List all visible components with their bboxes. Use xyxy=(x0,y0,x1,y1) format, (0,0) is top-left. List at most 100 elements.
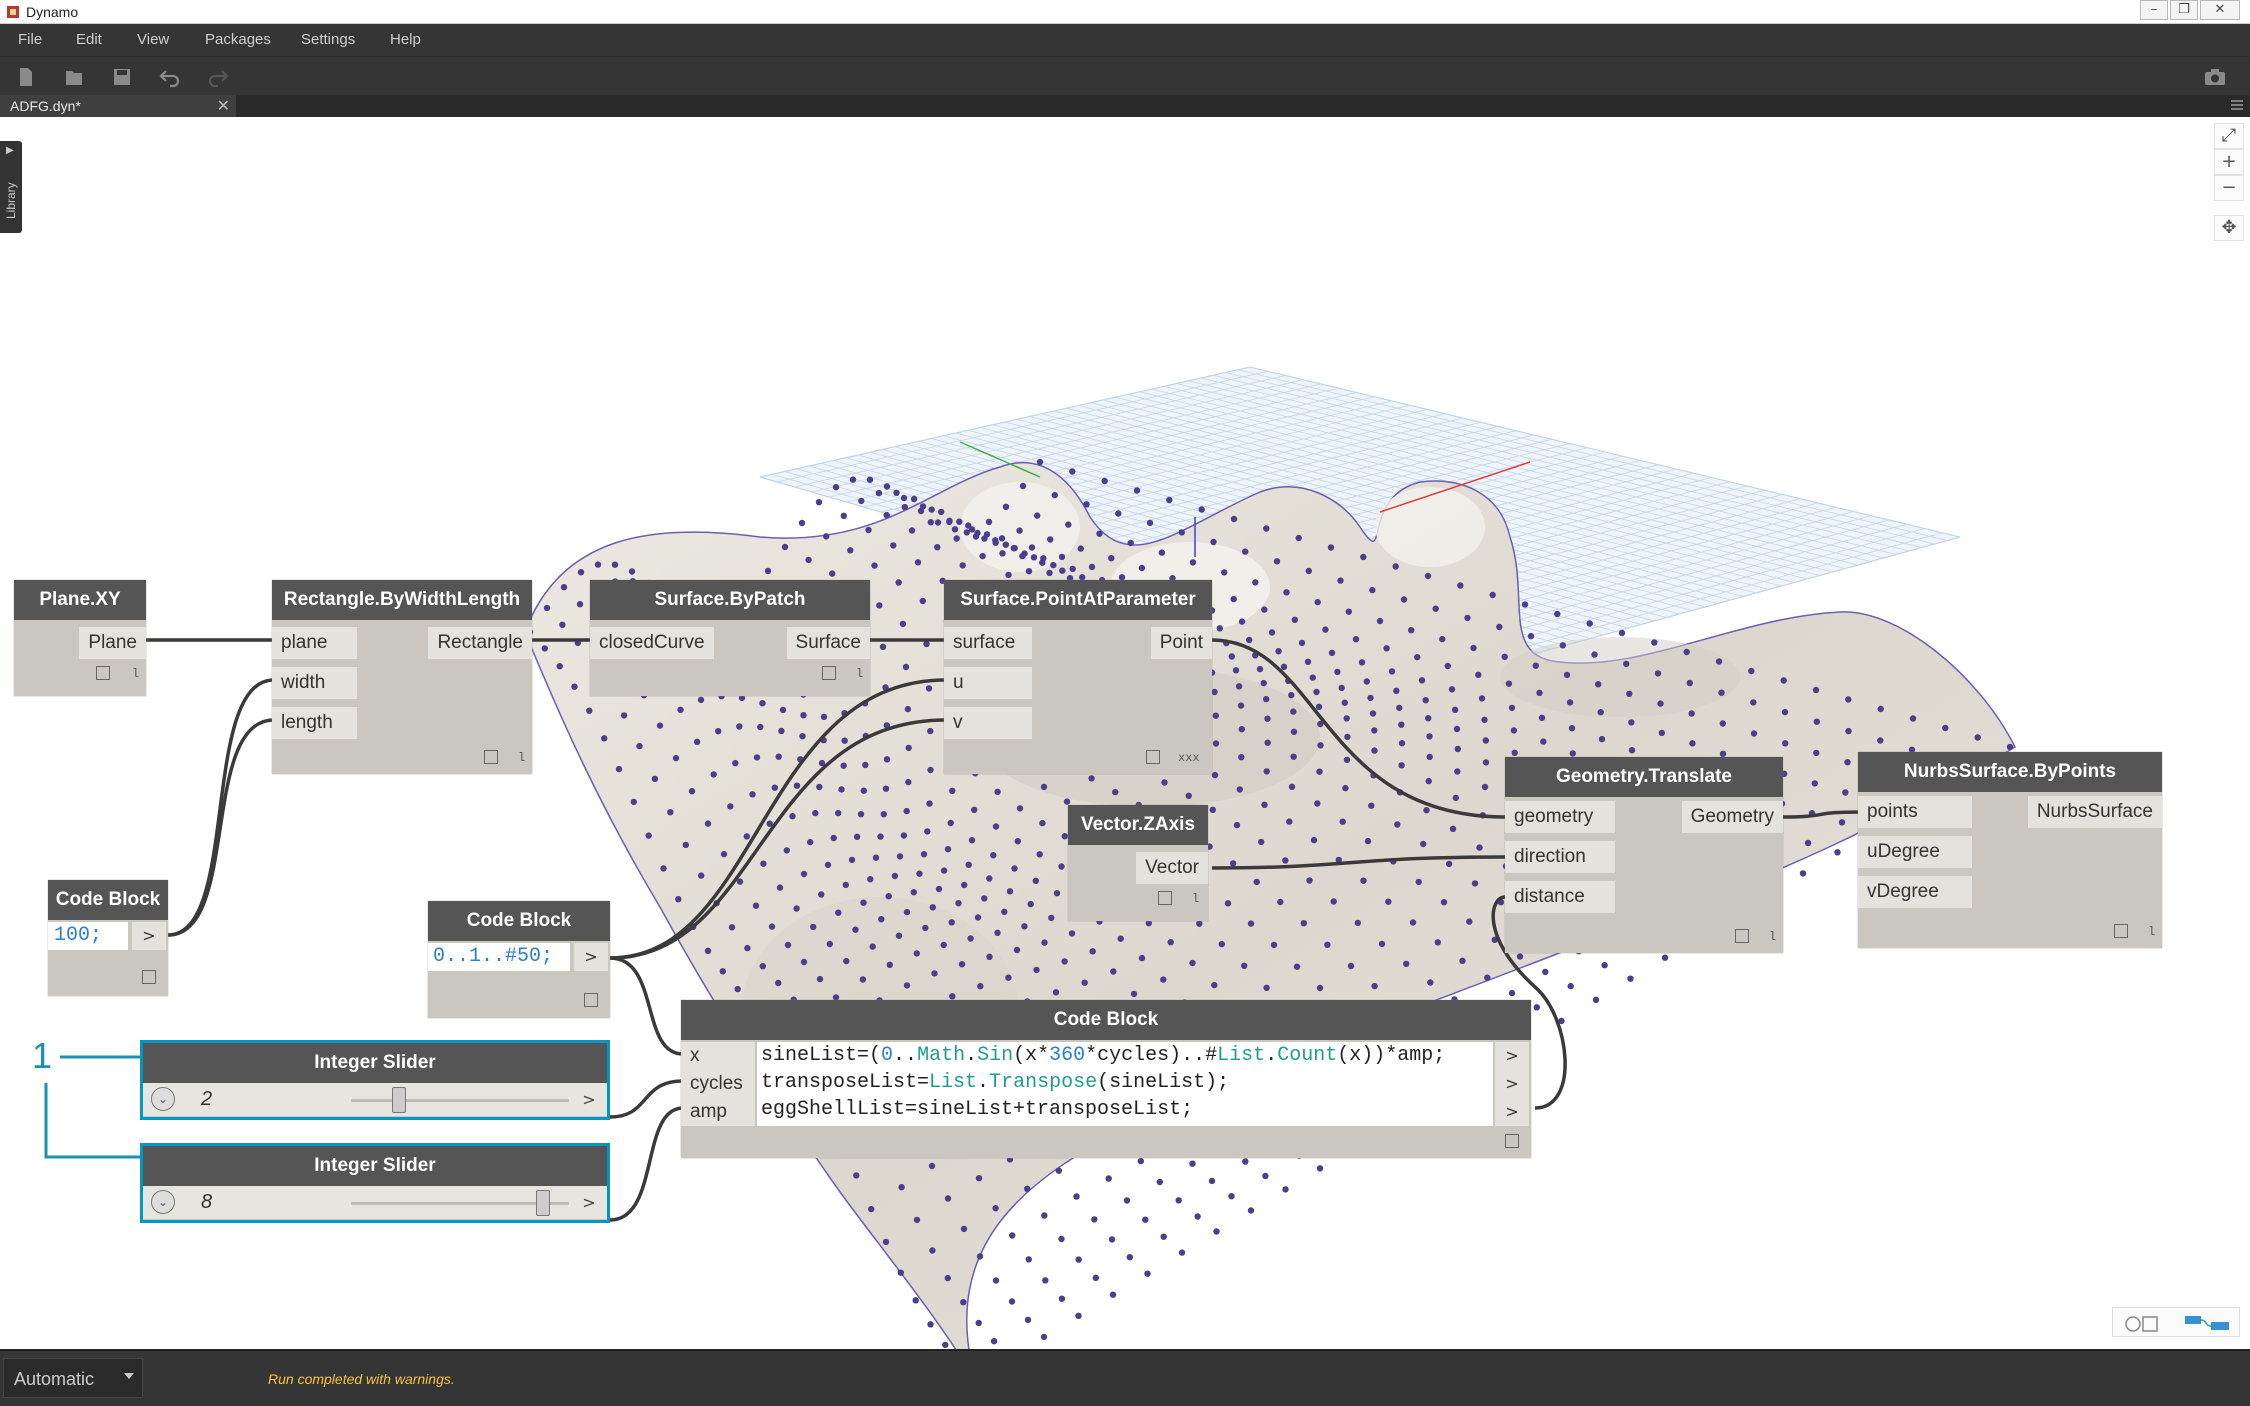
surface-point xyxy=(832,484,840,491)
input-port-width[interactable]: width xyxy=(272,667,357,699)
run-mode-dropdown[interactable]: Automatic xyxy=(3,1358,143,1398)
preview-toggle[interactable] xyxy=(142,970,156,984)
output-port-plane[interactable]: Plane xyxy=(79,627,146,659)
tab-adfg[interactable]: ADFG.dyn* ✕ xyxy=(0,95,236,117)
slider-thumb[interactable] xyxy=(535,1190,550,1216)
preview-toggle[interactable] xyxy=(2114,924,2128,938)
output-port-surface[interactable]: Surface xyxy=(786,627,870,659)
preview-toggle[interactable] xyxy=(484,750,498,764)
output-port[interactable]: > xyxy=(571,1186,607,1219)
node-vector-zaxis[interactable]: Vector.ZAxis Vector l xyxy=(1068,805,1208,921)
preview-toggle[interactable] xyxy=(584,993,598,1007)
restore-button[interactable]: ❐ xyxy=(2170,0,2198,20)
input-port-closedcurve[interactable]: closedCurve xyxy=(590,627,714,659)
chevron-down-icon[interactable]: ⌄ xyxy=(151,1087,175,1111)
tab-menu-icon[interactable] xyxy=(2230,98,2244,112)
menu-file[interactable]: File xyxy=(18,31,42,48)
input-port-udegree[interactable]: uDegree xyxy=(1858,836,1972,868)
input-port-direction[interactable]: direction xyxy=(1505,841,1615,873)
menu-edit[interactable]: Edit xyxy=(76,31,102,48)
preview-toggle[interactable] xyxy=(96,666,110,680)
input-port-u[interactable]: u xyxy=(944,667,1032,699)
input-port-geometry[interactable]: geometry xyxy=(1505,801,1615,833)
zoom-out-icon[interactable]: − xyxy=(2214,175,2244,201)
surface-point xyxy=(895,932,903,939)
output-port-nurbssurface[interactable]: NurbsSurface xyxy=(2027,796,2162,828)
undo-icon[interactable] xyxy=(158,65,182,89)
open-file-icon[interactable] xyxy=(62,65,86,89)
new-file-icon[interactable] xyxy=(14,65,38,89)
output-port[interactable]: > xyxy=(574,943,608,971)
output-port[interactable]: > xyxy=(132,922,166,950)
node-surface-pointatparameter[interactable]: Surface.PointAtParameter surface u v Poi… xyxy=(944,580,1212,774)
graph-canvas[interactable]: ▶ Library ⤢ + − ✥ Plane.XY Plane l Recta… xyxy=(0,117,2250,1349)
node-code-block-main[interactable]: Code Block x cycles amp sineList=(0..Mat… xyxy=(681,1000,1531,1158)
node-surface-bypatch[interactable]: Surface.ByPatch closedCurve Surface l xyxy=(590,580,870,696)
node-rectangle-bywidthlength[interactable]: Rectangle.ByWidthLength plane width leng… xyxy=(272,580,532,774)
node-code-block-range[interactable]: Code Block 0..1..#50; > xyxy=(428,901,610,1018)
graph-view-icon[interactable] xyxy=(2183,1312,2233,1334)
chevron-down-icon[interactable]: ⌄ xyxy=(151,1190,175,1214)
input-port-length[interactable]: length xyxy=(272,707,357,739)
surface-point xyxy=(1338,684,1345,692)
preview-toggle[interactable] xyxy=(1146,750,1160,764)
menu-packages[interactable]: Packages xyxy=(205,31,271,48)
menu-settings[interactable]: Settings xyxy=(301,31,355,48)
redo-icon[interactable] xyxy=(206,65,230,89)
surface-point xyxy=(1314,598,1321,606)
surface-point xyxy=(1211,981,1218,989)
geometry-view-icon[interactable] xyxy=(2121,1312,2167,1334)
preview-toggle[interactable] xyxy=(1735,929,1749,943)
input-port-points[interactable]: points xyxy=(1858,796,1972,828)
node-integer-slider-cycles[interactable]: Integer Slider ⌄ 2 > xyxy=(140,1040,610,1120)
input-port-v[interactable]: v xyxy=(944,707,1032,739)
slider-track[interactable] xyxy=(351,1099,569,1102)
close-window-button[interactable]: ✕ xyxy=(2200,0,2240,20)
node-code-block-100[interactable]: Code Block 100; > xyxy=(48,880,168,996)
surface-point xyxy=(793,905,800,912)
preview-toggle[interactable] xyxy=(1158,891,1172,905)
surface-point xyxy=(1813,718,1821,725)
input-port-plane[interactable]: plane xyxy=(272,627,357,659)
output-port-eggshelllist[interactable]: > xyxy=(1495,1098,1529,1126)
close-tab-icon[interactable]: ✕ xyxy=(217,96,230,116)
camera-icon[interactable] xyxy=(2203,65,2227,89)
slider-thumb[interactable] xyxy=(391,1087,406,1113)
surface-point xyxy=(1415,878,1422,886)
input-port-cycles[interactable]: cycles xyxy=(681,1070,755,1098)
node-nurbssurface-bypoints[interactable]: NurbsSurface.ByPoints points uDegree vDe… xyxy=(1858,752,2162,948)
surface-point xyxy=(1282,1186,1289,1193)
output-port-point[interactable]: Point xyxy=(1150,627,1212,659)
surface-point xyxy=(1247,1207,1255,1214)
output-port-geometry[interactable]: Geometry xyxy=(1681,801,1783,833)
output-port-transposelist[interactable]: > xyxy=(1495,1070,1529,1098)
code-editor[interactable]: 0..1..#50; xyxy=(428,943,570,971)
output-port-rectangle[interactable]: Rectangle xyxy=(428,627,532,659)
output-port-vector[interactable]: Vector xyxy=(1136,852,1208,884)
surface-point xyxy=(1424,572,1432,580)
node-plane-xy[interactable]: Plane.XY Plane l xyxy=(14,580,146,696)
zoom-fit-icon[interactable]: ⤢ xyxy=(2214,123,2244,149)
node-integer-slider-amp[interactable]: Integer Slider ⌄ 8 > xyxy=(140,1143,610,1223)
code-editor[interactable]: 100; xyxy=(48,922,128,950)
zoom-in-icon[interactable]: + xyxy=(2214,149,2244,175)
node-geometry-translate[interactable]: Geometry.Translate geometry direction di… xyxy=(1505,757,1783,953)
input-port-surface[interactable]: surface xyxy=(944,627,1032,659)
menu-help[interactable]: Help xyxy=(390,31,421,48)
preview-toggle[interactable] xyxy=(822,666,836,680)
input-port-vdegree[interactable]: vDegree xyxy=(1858,876,1972,908)
menu-view[interactable]: View xyxy=(137,31,169,48)
preview-toggle[interactable] xyxy=(1505,1134,1519,1148)
pan-icon[interactable]: ✥ xyxy=(2214,215,2244,241)
library-panel-toggle[interactable]: ▶ Library xyxy=(0,141,22,233)
output-port-sinelist[interactable]: > xyxy=(1495,1042,1529,1070)
input-port-amp[interactable]: amp xyxy=(681,1098,755,1126)
surface-point xyxy=(868,1205,875,1213)
input-port-x[interactable]: x xyxy=(681,1042,755,1070)
code-editor[interactable]: sineList=(0..Math.Sin(x*360*cycles)..#Li… xyxy=(757,1042,1493,1126)
output-port[interactable]: > xyxy=(571,1083,607,1116)
save-icon[interactable] xyxy=(110,65,134,89)
input-port-distance[interactable]: distance xyxy=(1505,881,1615,913)
minimize-button[interactable]: – xyxy=(2140,0,2168,20)
surface-point xyxy=(1209,806,1217,813)
